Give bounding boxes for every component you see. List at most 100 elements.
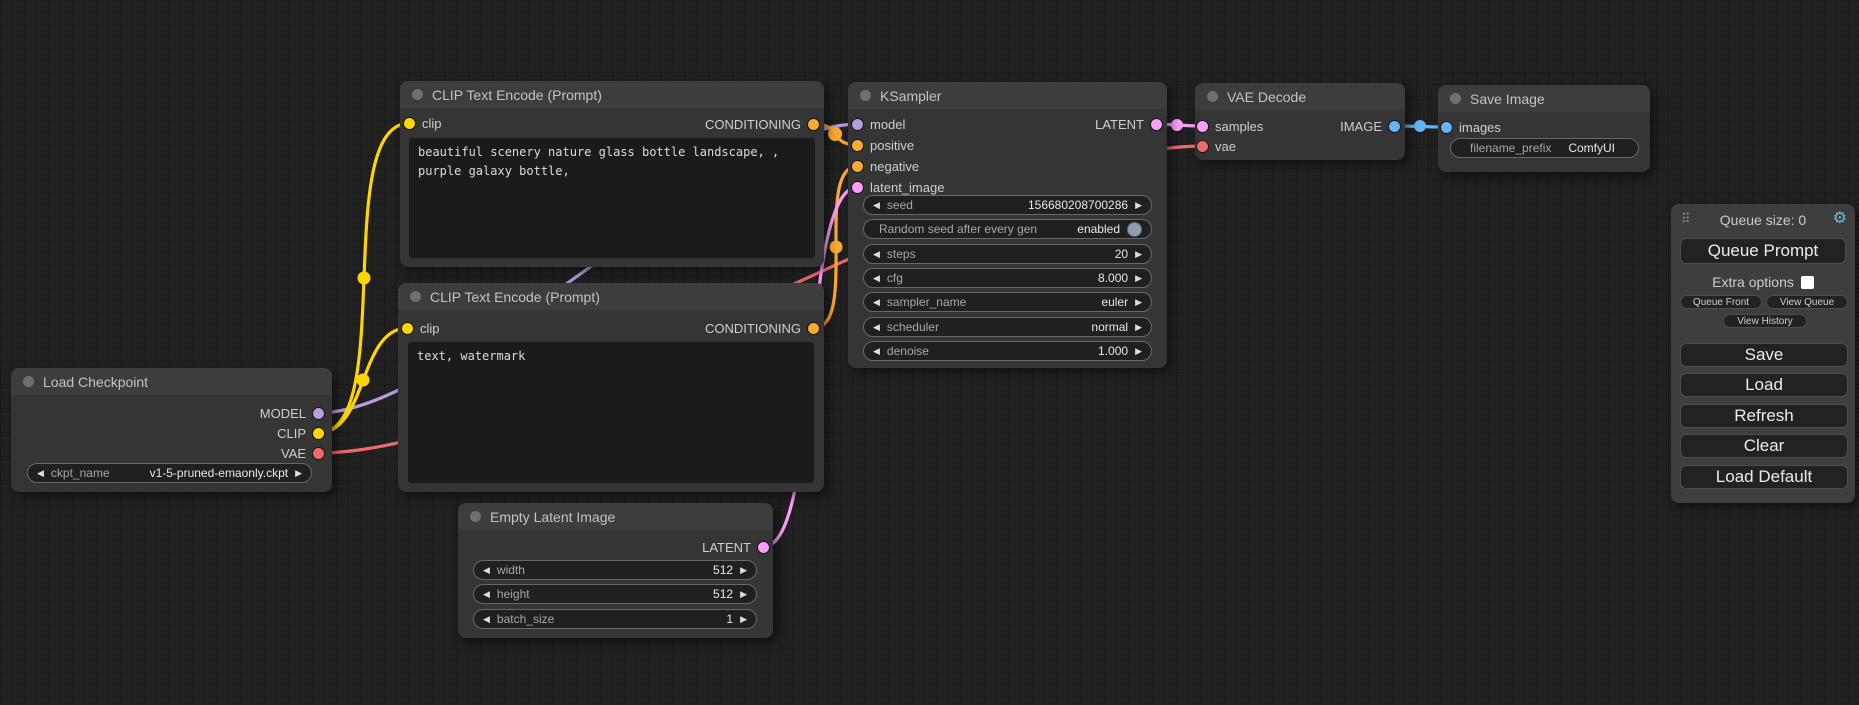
node-empty-latent-image[interactable]: Empty Latent Image LATENT ◀ width 512 ▶ … [458,503,773,638]
clip-slot-icon[interactable] [313,428,324,439]
view-queue-button[interactable]: View Queue [1766,295,1848,309]
refresh-button[interactable]: Refresh [1680,404,1848,428]
decrement-arrow-icon[interactable]: ◀ [483,566,490,575]
collapse-dot-icon[interactable] [1450,93,1461,104]
view-history-button[interactable]: View History [1723,314,1807,328]
increment-arrow-icon[interactable]: ▶ [295,469,302,478]
node-load-checkpoint[interactable]: Load Checkpoint MODEL CLIP VAE ◀ ckpt_na… [11,368,332,492]
output-slot-model[interactable]: MODEL [260,403,324,423]
collapse-dot-icon[interactable] [23,376,34,387]
output-slot-conditioning[interactable]: CONDITIONING [705,114,819,134]
input-slot-positive[interactable]: positive [852,135,914,155]
seed-widget[interactable]: ◀ seed 156680208700286 ▶ [863,195,1152,215]
decrement-arrow-icon[interactable]: ◀ [37,469,44,478]
decrement-arrow-icon[interactable]: ◀ [873,250,880,259]
latent-slot-icon[interactable] [1151,119,1162,130]
model-slot-icon[interactable] [852,119,863,130]
increment-arrow-icon[interactable]: ▶ [1135,298,1142,307]
input-slot-latent-image[interactable]: latent_image [852,177,944,197]
decrement-arrow-icon[interactable]: ◀ [873,347,880,356]
increment-arrow-icon[interactable]: ▶ [1135,250,1142,259]
node-clip-text-encode-negative[interactable]: CLIP Text Encode (Prompt) clip CONDITION… [398,283,824,492]
node-vae-decode[interactable]: VAE Decode samples vae IMAGE [1195,83,1405,160]
latent-slot-icon[interactable] [852,182,863,193]
decrement-arrow-icon[interactable]: ◀ [873,298,880,307]
model-slot-icon[interactable] [313,408,324,419]
decrement-arrow-icon[interactable]: ◀ [873,201,880,210]
increment-arrow-icon[interactable]: ▶ [740,566,747,575]
filename-prefix-widget[interactable]: filename_prefix ComfyUI [1450,138,1639,158]
scheduler-widget[interactable]: ◀ scheduler normal ▶ [863,317,1152,337]
queue-prompt-button[interactable]: Queue Prompt [1680,238,1846,264]
load-button[interactable]: Load [1680,373,1848,397]
node-graph-canvas[interactable]: Load Checkpoint MODEL CLIP VAE ◀ ckpt_na… [0,0,1859,705]
denoise-widget[interactable]: ◀ denoise 1.000 ▶ [863,341,1152,361]
width-widget[interactable]: ◀ width 512 ▶ [473,560,757,580]
node-title-bar[interactable]: CLIP Text Encode (Prompt) [400,81,824,108]
queue-front-button[interactable]: Queue Front [1680,295,1762,309]
decrement-arrow-icon[interactable]: ◀ [873,323,880,332]
sampler-name-widget[interactable]: ◀ sampler_name euler ▶ [863,292,1152,312]
load-default-button[interactable]: Load Default [1680,465,1848,489]
output-slot-conditioning[interactable]: CONDITIONING [705,318,819,338]
negative-prompt-textarea[interactable]: text, watermark [408,342,814,483]
node-title-bar[interactable]: Save Image [1438,85,1650,112]
output-slot-latent[interactable]: LATENT [702,537,769,557]
batch-size-widget[interactable]: ◀ batch_size 1 ▶ [473,609,757,629]
node-title-bar[interactable]: Load Checkpoint [11,368,332,395]
input-slot-clip[interactable]: clip [404,113,442,133]
node-title-bar[interactable]: Empty Latent Image [458,503,773,530]
collapse-dot-icon[interactable] [1207,91,1218,102]
collapse-dot-icon[interactable] [860,90,871,101]
height-widget[interactable]: ◀ height 512 ▶ [473,584,757,604]
conditioning-slot-icon[interactable] [852,140,863,151]
image-slot-icon[interactable] [1441,122,1452,133]
steps-widget[interactable]: ◀ steps 20 ▶ [863,244,1152,264]
positive-prompt-textarea[interactable]: beautiful scenery nature glass bottle la… [409,138,815,258]
output-slot-image[interactable]: IMAGE [1340,116,1400,136]
increment-arrow-icon[interactable]: ▶ [740,615,747,624]
random-seed-toggle-widget[interactable]: Random seed after every gen enabled [863,219,1152,239]
clip-slot-icon[interactable] [404,118,415,129]
cfg-widget[interactable]: ◀ cfg 8.000 ▶ [863,268,1152,288]
toggle-enabled-icon[interactable] [1127,222,1142,237]
output-slot-latent[interactable]: LATENT [1095,114,1162,134]
node-ksampler[interactable]: KSampler model positive negative latent_… [848,82,1167,368]
conditioning-slot-icon[interactable] [852,161,863,172]
node-title-bar[interactable]: VAE Decode [1195,83,1405,110]
increment-arrow-icon[interactable]: ▶ [1135,274,1142,283]
increment-arrow-icon[interactable]: ▶ [1135,201,1142,210]
decrement-arrow-icon[interactable]: ◀ [483,590,490,599]
node-save-image[interactable]: Save Image images filename_prefix ComfyU… [1438,85,1650,172]
input-slot-negative[interactable]: negative [852,156,919,176]
collapse-dot-icon[interactable] [410,291,421,302]
image-slot-icon[interactable] [1389,121,1400,132]
node-title-bar[interactable]: KSampler [848,82,1167,109]
extra-options-checkbox[interactable] [1801,276,1814,289]
collapse-dot-icon[interactable] [412,89,423,100]
decrement-arrow-icon[interactable]: ◀ [873,274,880,283]
input-slot-samples[interactable]: samples [1197,116,1263,136]
ckpt-name-widget[interactable]: ◀ ckpt_name v1-5-pruned-emaonly.ckpt ▶ [27,463,312,483]
input-slot-clip[interactable]: clip [402,318,440,338]
input-slot-images[interactable]: images [1441,117,1501,137]
vae-slot-icon[interactable] [1197,141,1208,152]
node-title-bar[interactable]: CLIP Text Encode (Prompt) [398,283,824,310]
increment-arrow-icon[interactable]: ▶ [1135,323,1142,332]
increment-arrow-icon[interactable]: ▶ [1135,347,1142,356]
decrement-arrow-icon[interactable]: ◀ [483,615,490,624]
latent-slot-icon[interactable] [1197,121,1208,132]
input-slot-model[interactable]: model [852,114,905,134]
clear-button[interactable]: Clear [1680,434,1848,458]
node-clip-text-encode-positive[interactable]: CLIP Text Encode (Prompt) clip CONDITION… [400,81,824,267]
clip-slot-icon[interactable] [402,323,413,334]
collapse-dot-icon[interactable] [470,511,481,522]
conditioning-slot-icon[interactable] [808,323,819,334]
input-slot-vae[interactable]: vae [1197,136,1236,156]
latent-slot-icon[interactable] [758,542,769,553]
increment-arrow-icon[interactable]: ▶ [740,590,747,599]
conditioning-slot-icon[interactable] [808,119,819,130]
save-button[interactable]: Save [1680,343,1848,367]
output-slot-clip[interactable]: CLIP [277,423,324,443]
output-slot-vae[interactable]: VAE [281,443,324,463]
